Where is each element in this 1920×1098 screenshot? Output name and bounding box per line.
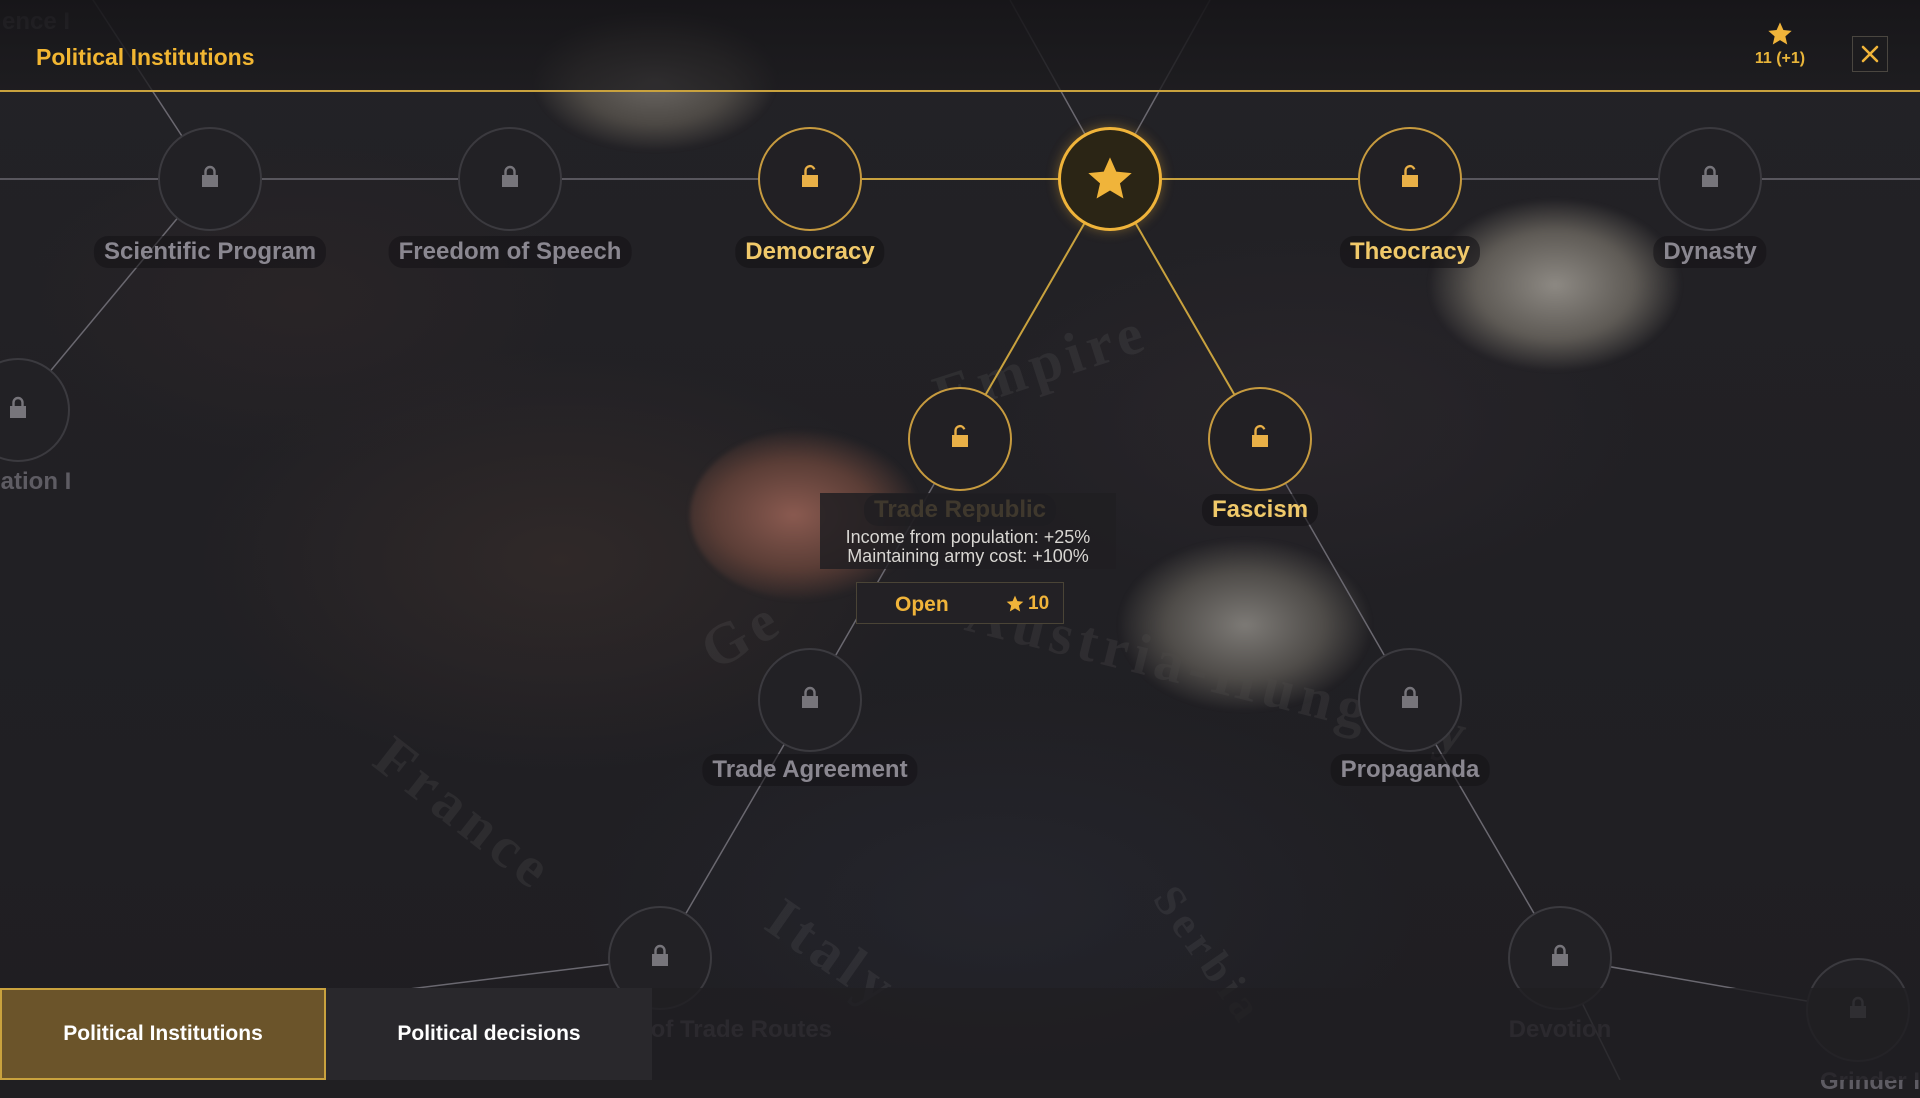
unlock-icon	[947, 424, 973, 455]
close-button[interactable]	[1852, 36, 1888, 72]
lock-icon	[197, 164, 223, 195]
unlock-icon	[797, 164, 823, 195]
tab-bar: Political Institutions Political decisio…	[0, 988, 1920, 1080]
node-label-democracy: Democracy	[735, 236, 885, 268]
node-trade-republic[interactable]	[908, 387, 1012, 491]
node-label-fascism: Fascism	[1201, 494, 1319, 526]
node-trade-agreement[interactable]	[758, 648, 862, 752]
node-label-propaganda: Propaganda	[1330, 754, 1490, 786]
open-button-label: Open	[895, 593, 949, 616]
node-label-freedom-of-speech: Freedom of Speech	[388, 236, 632, 268]
lock-icon	[1397, 685, 1423, 716]
unlock-icon	[1247, 424, 1273, 455]
tree-root-node[interactable]	[1058, 127, 1162, 231]
node-tooltip: Income from population: +25% Maintaining…	[820, 493, 1116, 569]
unlock-icon	[1397, 164, 1423, 195]
lock-icon	[647, 943, 673, 974]
points-counter: 11 (+1)	[1752, 20, 1808, 68]
node-fascism[interactable]	[1208, 387, 1312, 491]
tab-political-institutions[interactable]: Political Institutions	[0, 988, 326, 1080]
open-button[interactable]: Open 10	[856, 582, 1064, 624]
node-label-edge-left: ation I	[0, 468, 72, 495]
open-cost-value: 10	[1028, 593, 1050, 614]
node-label-trade-agreement: Trade Agreement	[702, 754, 918, 786]
header-bar: Political Institutions 11 (+1)	[0, 0, 1920, 92]
node-label-theocracy: Theocracy	[1339, 236, 1481, 268]
page-title: Political Institutions	[36, 44, 255, 70]
open-cost: 10	[1005, 593, 1049, 615]
star-icon	[1088, 157, 1132, 199]
close-icon	[1861, 45, 1879, 63]
node-label-scientific-program: Scientific Program	[93, 236, 327, 268]
node-propaganda[interactable]	[1358, 648, 1462, 752]
lock-icon	[1697, 164, 1723, 195]
node-label-dynasty: Dynasty	[1653, 236, 1767, 268]
lock-icon	[5, 395, 31, 426]
tooltip-effect-line: Maintaining army cost: +100%	[847, 546, 1089, 566]
node-scientific-program[interactable]	[158, 127, 262, 231]
tab-political-decisions[interactable]: Political decisions	[326, 988, 652, 1080]
tooltip-effect-line: Income from population: +25%	[845, 527, 1091, 547]
lock-icon	[797, 685, 823, 716]
node-freedom-of-speech[interactable]	[458, 127, 562, 231]
lock-icon	[497, 164, 523, 195]
node-dynasty[interactable]	[1658, 127, 1762, 231]
lock-icon	[1547, 943, 1573, 974]
points-value: 11 (+1)	[1754, 50, 1806, 67]
star-icon	[1006, 595, 1024, 612]
star-icon	[1768, 22, 1792, 45]
node-democracy[interactable]	[758, 127, 862, 231]
node-theocracy[interactable]	[1358, 127, 1462, 231]
